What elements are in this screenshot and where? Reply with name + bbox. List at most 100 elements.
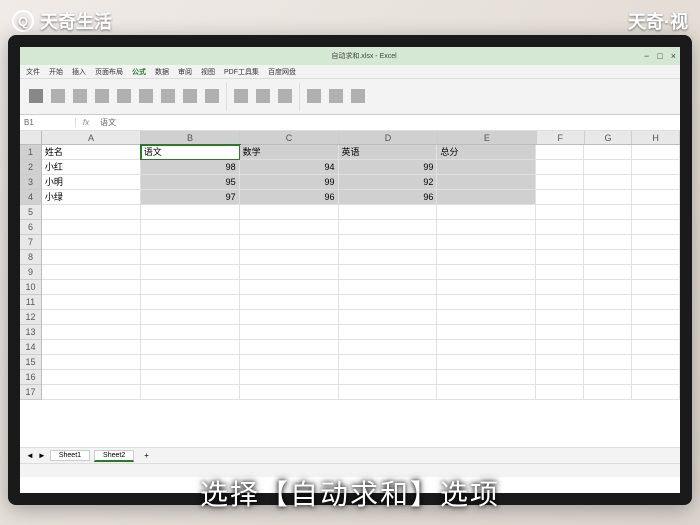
cell-c3[interactable]: 99 [240, 175, 339, 190]
cell[interactable] [339, 295, 438, 310]
row-header-8[interactable]: 8 [20, 250, 42, 265]
ribbon-btn-5[interactable] [114, 84, 134, 110]
menu-file[interactable]: 文件 [26, 67, 40, 77]
row-header-2[interactable]: 2 [20, 160, 42, 175]
cell[interactable] [584, 340, 632, 355]
cell[interactable] [339, 355, 438, 370]
cell-f3[interactable] [536, 175, 584, 190]
cell[interactable] [240, 385, 339, 400]
ribbon-autosum-button[interactable] [48, 84, 68, 110]
cell-b3[interactable]: 95 [141, 175, 240, 190]
cell-d2[interactable]: 99 [339, 160, 438, 175]
cell[interactable] [584, 310, 632, 325]
name-box[interactable]: B1 [20, 118, 76, 127]
ribbon-btn-15[interactable] [348, 84, 368, 110]
col-header-a[interactable]: A [42, 131, 141, 144]
ribbon-btn-3[interactable] [70, 84, 90, 110]
cell[interactable] [584, 370, 632, 385]
cell[interactable] [141, 265, 240, 280]
ribbon-btn-10[interactable] [231, 84, 251, 110]
cell[interactable] [42, 265, 141, 280]
cell-d3[interactable]: 92 [339, 175, 438, 190]
menu-baidu[interactable]: 百度网盘 [268, 67, 296, 77]
cell[interactable] [632, 370, 680, 385]
cell[interactable] [141, 220, 240, 235]
row-header-6[interactable]: 6 [20, 220, 42, 235]
ribbon-fx-button[interactable] [26, 84, 46, 110]
cell[interactable] [632, 310, 680, 325]
cell-f4[interactable] [536, 190, 584, 205]
row-header-16[interactable]: 16 [20, 370, 42, 385]
cell[interactable] [240, 370, 339, 385]
cell[interactable] [536, 220, 584, 235]
menu-view[interactable]: 视图 [201, 67, 215, 77]
cell[interactable] [584, 325, 632, 340]
cell[interactable] [42, 370, 141, 385]
ribbon-btn-9[interactable] [202, 84, 222, 110]
select-all-corner[interactable] [20, 131, 42, 144]
cell[interactable] [42, 340, 141, 355]
cell[interactable] [141, 325, 240, 340]
cell[interactable] [437, 250, 536, 265]
cell[interactable] [536, 295, 584, 310]
row-header-4[interactable]: 4 [20, 190, 42, 205]
cell-g4[interactable] [584, 190, 632, 205]
cell[interactable] [632, 325, 680, 340]
cell[interactable] [141, 250, 240, 265]
cell-e4[interactable] [437, 190, 536, 205]
cell[interactable] [536, 250, 584, 265]
col-header-f[interactable]: F [537, 131, 585, 144]
menu-data[interactable]: 数据 [155, 67, 169, 77]
cell-a3[interactable]: 小明 [42, 175, 141, 190]
cell-b1[interactable]: 语文 [141, 145, 240, 160]
row-header-17[interactable]: 17 [20, 385, 42, 400]
cell[interactable] [42, 220, 141, 235]
cell-b4[interactable]: 97 [141, 190, 240, 205]
cell[interactable] [437, 280, 536, 295]
cell[interactable] [632, 385, 680, 400]
cell[interactable] [632, 295, 680, 310]
cell-e3[interactable] [437, 175, 536, 190]
cell[interactable] [536, 325, 584, 340]
cell-d1[interactable]: 英语 [339, 145, 438, 160]
cell[interactable] [240, 280, 339, 295]
cell[interactable] [141, 205, 240, 220]
menu-review[interactable]: 审阅 [178, 67, 192, 77]
row-header-1[interactable]: 1 [20, 145, 42, 160]
minimize-button[interactable]: − [644, 51, 649, 61]
row-header-12[interactable]: 12 [20, 310, 42, 325]
cell[interactable] [584, 235, 632, 250]
row-header-7[interactable]: 7 [20, 235, 42, 250]
cell[interactable] [42, 205, 141, 220]
cell[interactable] [584, 205, 632, 220]
cell[interactable] [42, 385, 141, 400]
close-button[interactable]: × [671, 51, 676, 61]
ribbon-btn-7[interactable] [158, 84, 178, 110]
cell[interactable] [42, 325, 141, 340]
cell[interactable] [339, 220, 438, 235]
col-header-d[interactable]: D [339, 131, 438, 144]
cell[interactable] [536, 355, 584, 370]
cell[interactable] [536, 340, 584, 355]
ribbon-btn-12[interactable] [275, 84, 295, 110]
cell[interactable] [339, 340, 438, 355]
cell[interactable] [339, 370, 438, 385]
cell-h2[interactable] [632, 160, 680, 175]
ribbon-btn-8[interactable] [180, 84, 200, 110]
cell-h3[interactable] [632, 175, 680, 190]
row-header-3[interactable]: 3 [20, 175, 42, 190]
cell[interactable] [141, 340, 240, 355]
cell[interactable] [437, 205, 536, 220]
cell[interactable] [632, 280, 680, 295]
cell[interactable] [632, 220, 680, 235]
menu-home[interactable]: 开始 [49, 67, 63, 77]
cell[interactable] [240, 235, 339, 250]
cell-f1[interactable] [536, 145, 584, 160]
col-header-b[interactable]: B [141, 131, 240, 144]
cell[interactable] [141, 295, 240, 310]
cell[interactable] [42, 250, 141, 265]
cell[interactable] [584, 385, 632, 400]
add-sheet-button[interactable]: + [138, 451, 155, 460]
row-header-13[interactable]: 13 [20, 325, 42, 340]
cell[interactable] [536, 310, 584, 325]
